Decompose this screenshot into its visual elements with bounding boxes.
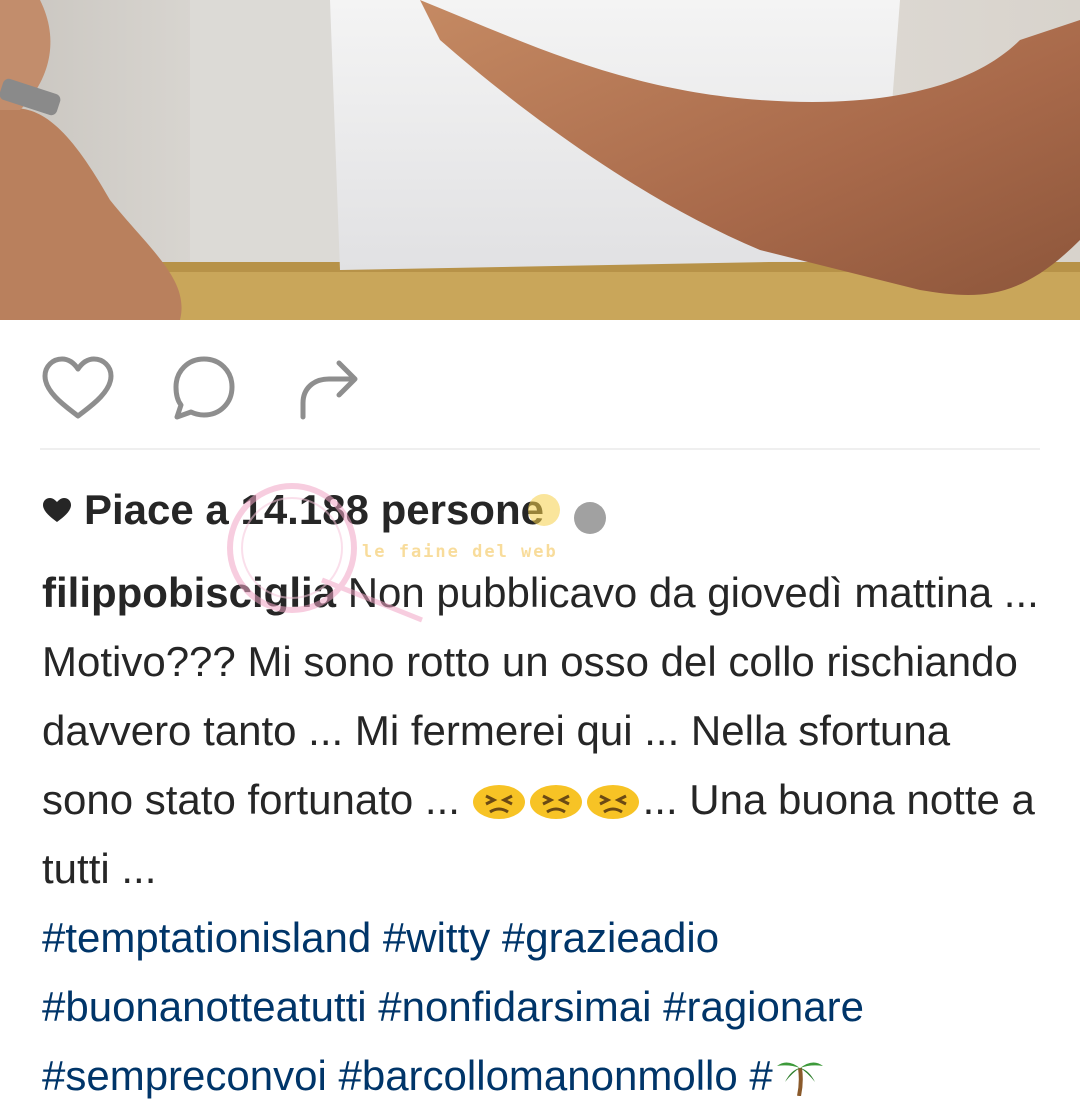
hashtag-link[interactable]: #temptationisland — [42, 914, 371, 961]
hashtag-link[interactable]: #barcollomanonmollo — [338, 1052, 737, 1099]
hashtag-link[interactable]: #nonfidarsimai — [378, 983, 651, 1030]
action-bar-divider — [40, 448, 1040, 450]
caption-username[interactable]: filippobisciglia — [42, 569, 336, 616]
share-button[interactable] — [292, 350, 368, 426]
hashtag-list: #temptationisland #witty #grazieadio #bu… — [42, 914, 864, 1099]
post-caption: filippobisciglia Non pubblicavo da giove… — [42, 558, 1042, 1110]
hashtag-link[interactable]: #sempreconvoi — [42, 1052, 327, 1099]
likes-count[interactable]: Piace a 14.188 persone — [42, 486, 544, 534]
palm-tree-emoji — [773, 1047, 828, 1097]
comment-button[interactable] — [166, 350, 242, 426]
persevering-face-emoji — [586, 771, 641, 819]
hashtag-link[interactable]: #grazieadio — [502, 914, 719, 961]
persevering-face-emoji — [529, 771, 584, 819]
hashtag-link[interactable]: #ragionare — [663, 983, 864, 1030]
post-photo-image — [0, 0, 1080, 320]
post-action-bar — [40, 350, 368, 426]
persevering-face-emoji — [472, 771, 527, 819]
likes-text: Piace a 14.188 persone — [84, 486, 544, 533]
heart-filled-icon — [42, 497, 72, 523]
share-arrow-icon — [300, 360, 358, 420]
heart-outline-icon — [42, 356, 114, 419]
comment-bubble-icon — [173, 356, 235, 420]
post-photo[interactable] — [0, 0, 1080, 320]
hashtag-link[interactable]: #buonanotteatutti — [42, 983, 367, 1030]
hashtag-link[interactable]: #witty — [383, 914, 490, 961]
like-button[interactable] — [40, 350, 116, 426]
hashtag-link[interactable]: # — [749, 1052, 772, 1099]
